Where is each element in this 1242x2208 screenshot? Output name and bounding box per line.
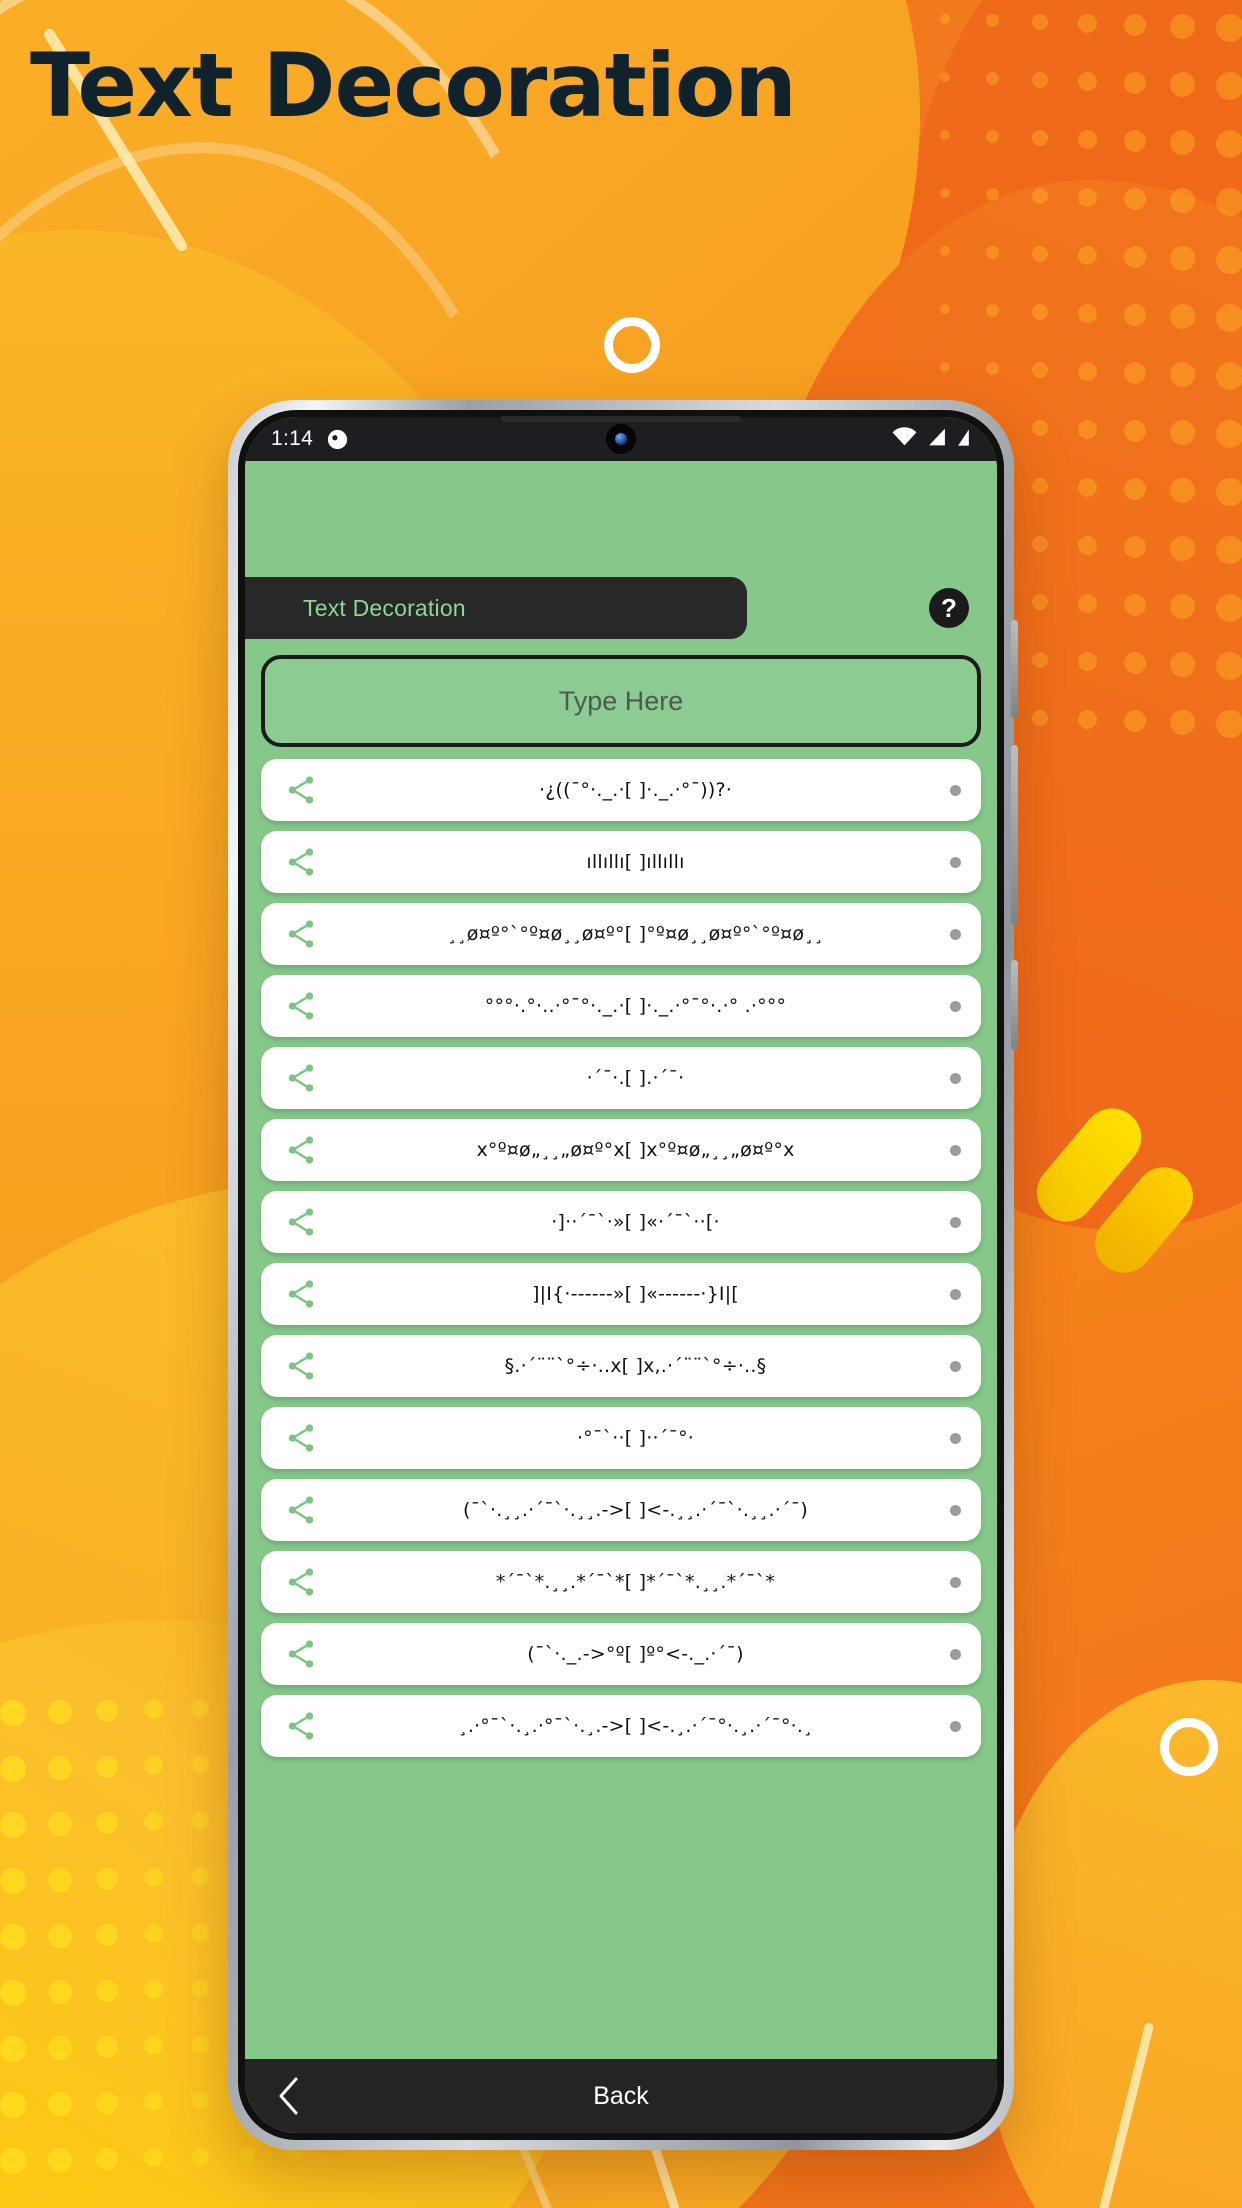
front-camera bbox=[606, 424, 636, 454]
list-item[interactable]: ¸.·°¯`·.¸.·°¯`·.¸.->[ ]<-.¸.·´¯°·.¸.·´¯°… bbox=[261, 1695, 981, 1757]
phone-screen: 1:14 Text Decoration ? Type Here ·¿((¯°·… bbox=[245, 417, 997, 2133]
phone-bezel: 1:14 Text Decoration ? Type Here ·¿((¯°·… bbox=[238, 410, 1004, 2140]
status-bar-time: 1:14 bbox=[271, 427, 314, 450]
list-item[interactable]: °°°·.°·..·°¯°·._.·[ ]·._.·°¯°·.·° .·°°° bbox=[261, 975, 981, 1037]
list-item[interactable]: ·´¯·.[ ].·´¯· bbox=[261, 1047, 981, 1109]
more-options-dot[interactable] bbox=[950, 784, 961, 796]
decoration-text: ·¿((¯°·._.·[ ]·._.·°¯))?· bbox=[538, 779, 733, 801]
list-item[interactable]: (¯`·.¸¸.·´¯`·.¸¸.->[ ]<-.¸¸.·´¯`·.¸¸.·´¯… bbox=[261, 1479, 981, 1541]
share-icon[interactable] bbox=[281, 1349, 321, 1383]
share-icon[interactable] bbox=[281, 989, 321, 1023]
help-icon[interactable]: ? bbox=[929, 588, 969, 628]
phone-volume-up-button[interactable] bbox=[1011, 620, 1018, 718]
list-item[interactable]: ¸¸ø¤º°`°º¤ø¸¸ø¤º°[ ]°º¤ø¸¸ø¤º°`°º¤ø¸¸ bbox=[261, 903, 981, 965]
decoration-text: ·´¯·.[ ].·´¯· bbox=[586, 1067, 685, 1089]
more-options-dot[interactable] bbox=[950, 1000, 961, 1012]
list-item[interactable]: ·°¯`··[ ]··´¯°· bbox=[261, 1407, 981, 1469]
more-options-dot[interactable] bbox=[950, 1216, 961, 1228]
phone-volume-down-button[interactable] bbox=[1011, 745, 1018, 925]
list-item[interactable]: x°º¤ø„¸¸„ø¤º°x[ ]x°º¤ø„¸¸„ø¤º°x bbox=[261, 1119, 981, 1181]
share-icon[interactable] bbox=[281, 1637, 321, 1671]
background-ring-right bbox=[1160, 1718, 1218, 1776]
list-item[interactable]: (¯`·._.->°º[ ]º°<-._.·´¯) bbox=[261, 1623, 981, 1685]
chevron-left-icon[interactable] bbox=[277, 2077, 299, 2115]
list-item[interactable]: ·]··´¯`·»[ ]«·´¯`··[· bbox=[261, 1191, 981, 1253]
share-icon[interactable] bbox=[281, 1061, 321, 1095]
page-title: Text Decoration bbox=[30, 34, 797, 137]
decoration-text: *´¯`*.¸¸.*´¯`*[ ]*´¯`*.¸¸.*´¯`* bbox=[495, 1571, 776, 1593]
phone-power-button[interactable] bbox=[1011, 960, 1018, 1050]
app-container: Text Decoration ? Type Here ·¿((¯°·._.·[… bbox=[245, 461, 997, 2133]
more-options-dot[interactable] bbox=[950, 1288, 961, 1300]
decoration-text: ·]··´¯`·»[ ]«·´¯`··[· bbox=[551, 1211, 720, 1233]
status-bar: 1:14 bbox=[245, 417, 997, 461]
decoration-list[interactable]: ·¿((¯°·._.·[ ]·._.·°¯))?· ıllıllı[ ]ıllıl… bbox=[245, 755, 997, 2059]
list-item[interactable]: §.·´¨¨`°÷·..x[ ]x,.·´¨¨`°÷·..§ bbox=[261, 1335, 981, 1397]
decoration-text: ıllıllı[ ]ıllıllı bbox=[586, 851, 685, 873]
app-title-bar: Text Decoration ? bbox=[245, 577, 997, 639]
share-icon[interactable] bbox=[281, 1421, 321, 1455]
list-item[interactable]: ıllıllı[ ]ıllıllı bbox=[261, 831, 981, 893]
app-title-chip: Text Decoration bbox=[245, 577, 747, 639]
share-icon[interactable] bbox=[281, 845, 321, 879]
more-options-dot[interactable] bbox=[950, 1504, 961, 1516]
more-options-dot[interactable] bbox=[950, 1720, 961, 1732]
back-button-label: Back bbox=[593, 2081, 649, 2110]
background-ring-top bbox=[604, 317, 660, 373]
share-icon[interactable] bbox=[281, 917, 321, 951]
phone-mockup: 1:14 Text Decoration ? Type Here ·¿((¯°·… bbox=[228, 400, 1018, 2150]
signal-icon bbox=[926, 427, 947, 452]
decoration-text: (¯`·.¸¸.·´¯`·.¸¸.->[ ]<-.¸¸.·´¯`·.¸¸.·´¯… bbox=[463, 1499, 808, 1521]
text-input-placeholder: Type Here bbox=[558, 685, 684, 716]
list-item[interactable]: *´¯`*.¸¸.*´¯`*[ ]*´¯`*.¸¸.*´¯`* bbox=[261, 1551, 981, 1613]
share-icon[interactable] bbox=[281, 1565, 321, 1599]
list-item[interactable]: ]|I{·------»[ ]«------·}I|[ bbox=[261, 1263, 981, 1325]
list-item[interactable]: ·¿((¯°·._.·[ ]·._.·°¯))?· bbox=[261, 759, 981, 821]
more-options-dot[interactable] bbox=[950, 1576, 961, 1588]
more-options-dot[interactable] bbox=[950, 928, 961, 940]
decoration-text: ¸¸ø¤º°`°º¤ø¸¸ø¤º°[ ]°º¤ø¸¸ø¤º°`°º¤ø¸¸ bbox=[447, 923, 824, 945]
status-bar-right-icons bbox=[892, 426, 971, 452]
share-icon[interactable] bbox=[281, 1709, 321, 1743]
more-options-dot[interactable] bbox=[950, 1144, 961, 1156]
share-icon[interactable] bbox=[281, 1133, 321, 1167]
more-options-dot[interactable] bbox=[950, 1648, 961, 1660]
phone-earpiece-speaker bbox=[501, 416, 741, 422]
battery-icon bbox=[956, 427, 971, 452]
app-title-label: Text Decoration bbox=[303, 594, 466, 621]
decoration-text: ¸.·°¯`·.¸.·°¯`·.¸.->[ ]<-.¸.·´¯°·.¸.·´¯°… bbox=[458, 1715, 813, 1737]
share-icon[interactable] bbox=[281, 1205, 321, 1239]
decoration-text: (¯`·._.->°º[ ]º°<-._.·´¯) bbox=[527, 1643, 744, 1665]
share-icon[interactable] bbox=[281, 1277, 321, 1311]
notification-icon bbox=[327, 429, 348, 450]
decoration-text: §.·´¨¨`°÷·..x[ ]x,.·´¨¨`°÷·..§ bbox=[504, 1355, 767, 1377]
wifi-icon bbox=[892, 426, 917, 452]
more-options-dot[interactable] bbox=[950, 1432, 961, 1444]
input-area: Type Here bbox=[245, 639, 997, 755]
decoration-text: ]|I{·------»[ ]«------·}I|[ bbox=[532, 1283, 739, 1305]
bottom-nav-bar[interactable]: Back bbox=[245, 2059, 997, 2133]
share-icon[interactable] bbox=[281, 1493, 321, 1527]
more-options-dot[interactable] bbox=[950, 1360, 961, 1372]
decoration-text: ·°¯`··[ ]··´¯°· bbox=[576, 1427, 695, 1449]
more-options-dot[interactable] bbox=[950, 1072, 961, 1084]
text-input-box[interactable]: Type Here bbox=[261, 655, 981, 747]
more-options-dot[interactable] bbox=[950, 856, 961, 868]
decoration-text: °°°·.°·..·°¯°·._.·[ ]·._.·°¯°·.·° .·°°° bbox=[484, 995, 787, 1017]
help-icon-label: ? bbox=[941, 593, 957, 623]
app-top-spacer bbox=[245, 461, 997, 577]
share-icon[interactable] bbox=[281, 773, 321, 807]
decoration-text: x°º¤ø„¸¸„ø¤º°x[ ]x°º¤ø„¸¸„ø¤º°x bbox=[476, 1139, 795, 1161]
